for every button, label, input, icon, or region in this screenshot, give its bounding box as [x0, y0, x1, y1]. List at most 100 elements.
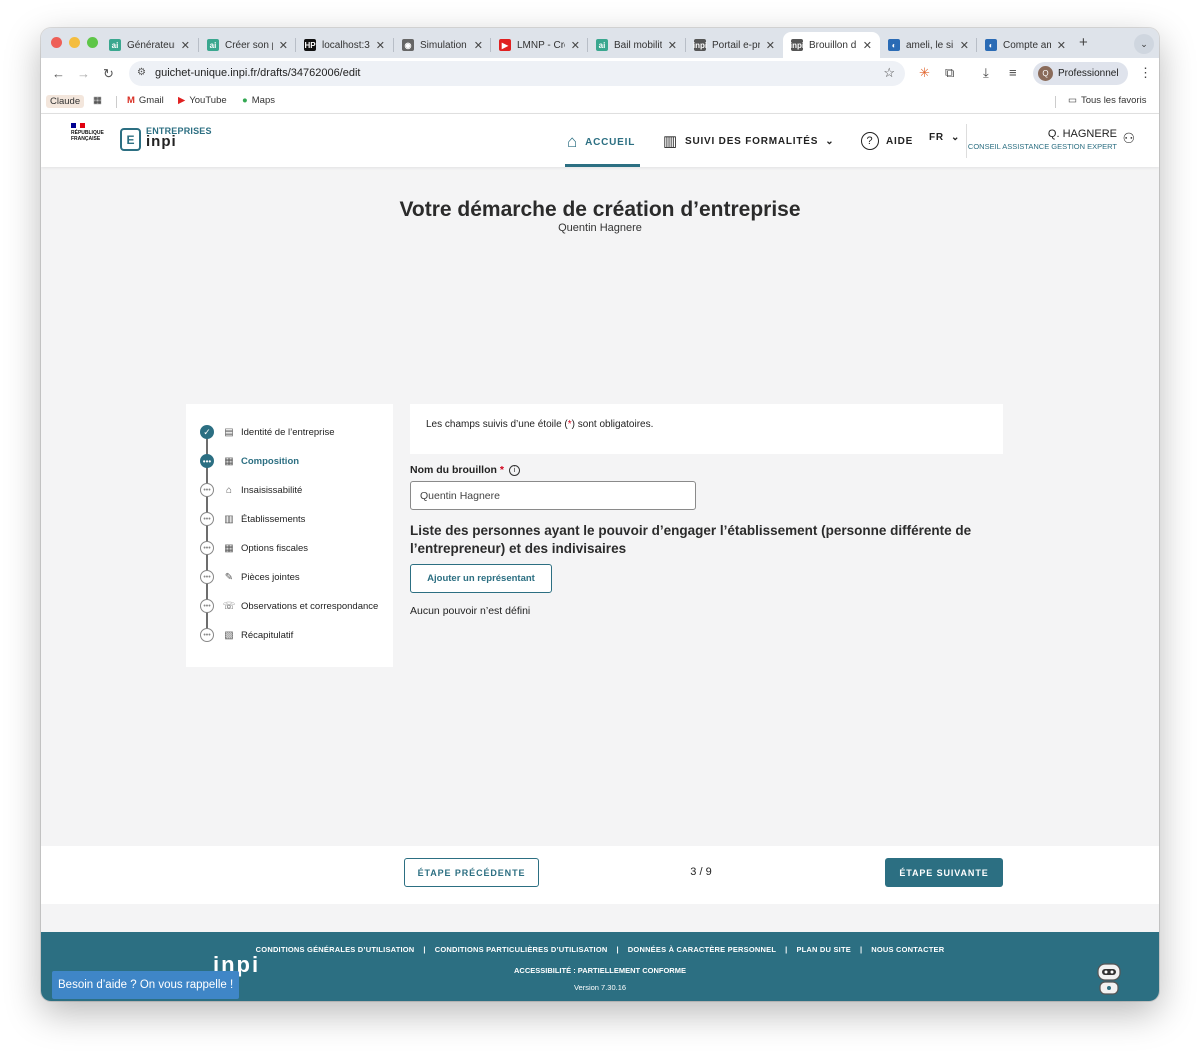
add-representative-button[interactable]: Ajouter un représentant — [410, 564, 552, 593]
bookmark-label: Gmail — [138, 95, 164, 106]
inpi-logo[interactable]: ENTREPRISES inpi — [146, 126, 212, 149]
footer-link[interactable]: CONDITIONS GÉNÉRALES D’UTILISATION — [256, 945, 415, 954]
step-item[interactable]: ••• ⌂ Insaisissabilité — [200, 482, 302, 498]
draft-name-input[interactable] — [410, 481, 696, 510]
republique-francaise-logo[interactable]: RÉPUBLIQUE FRANÇAISE — [71, 123, 113, 142]
site-settings-icon[interactable]: ⚙ — [137, 67, 146, 78]
step-item[interactable]: ••• ▦ Composition — [200, 453, 299, 469]
browser-tab[interactable]: ai Bail mobilit ✕ — [588, 32, 685, 58]
footer-link[interactable]: NOUS CONTACTER — [871, 945, 944, 954]
apps-grid-icon[interactable]: ▦ — [93, 95, 102, 106]
step-icon: ▥ — [224, 513, 234, 525]
steps-sidebar: ✓ ▤ Identité de l’entreprise ••• ▦ Compositio… — [186, 404, 393, 667]
tab-close-icon[interactable]: ✕ — [863, 39, 872, 52]
download-icon[interactable]: ⤓ — [983, 65, 989, 81]
step-item[interactable]: ••• ▧ Récapitulatif — [200, 627, 293, 643]
user-account[interactable]: Q. HAGNERE CONSEIL ASSISTANCE GESTION EX… — [968, 128, 1117, 151]
reload-icon[interactable]: ↻ — [103, 66, 114, 82]
tab-favicon-icon: ◐ — [888, 39, 900, 51]
french-flag-icon — [71, 123, 86, 128]
tab-close-icon[interactable]: ✕ — [571, 39, 580, 52]
browser-tab[interactable]: inpi Brouillon d ✕ — [783, 32, 880, 58]
nav-aide[interactable]: ? AIDE — [861, 132, 913, 150]
claude-extension-icon[interactable]: ✳ — [919, 65, 930, 81]
browser-tab[interactable]: ai Créer son p ✕ — [199, 32, 296, 58]
language-select[interactable]: FR ⌄ — [929, 132, 960, 143]
user-icon[interactable]: ⚇ — [1122, 130, 1135, 147]
tab-favicon-icon: HP — [304, 39, 316, 51]
tab-close-icon[interactable]: ✕ — [181, 39, 190, 52]
nav-accueil[interactable]: ⌂ ACCUEIL — [567, 132, 635, 152]
step-item[interactable]: ✓ ▤ Identité de l’entreprise — [200, 424, 334, 440]
tab-close-icon[interactable]: ✕ — [474, 39, 483, 52]
previous-step-button[interactable]: ÉTAPE PRÉCÉDENTE — [404, 858, 539, 887]
profile-label: Professionnel — [1058, 68, 1119, 79]
tab-close-icon[interactable]: ✕ — [668, 39, 677, 52]
window-controls — [51, 37, 98, 48]
tab-title: Simulation — [420, 39, 467, 51]
profile-button[interactable]: Q Professionnel — [1033, 62, 1128, 85]
tab-close-icon[interactable]: ✕ — [1057, 39, 1066, 52]
browser-menu-icon[interactable]: ⋮ — [1139, 65, 1152, 81]
callback-help-button[interactable]: Besoin d’aide ? On vous rappelle ! — [52, 971, 240, 999]
tab-search-icon[interactable]: ⌄ — [1134, 34, 1154, 54]
browser-tab[interactable]: HP localhost:3 ✕ — [296, 32, 393, 58]
browser-tab[interactable]: ◐ Compte am ✕ — [977, 32, 1074, 58]
step-icon: ▦ — [224, 542, 234, 554]
tab-title: Générateur — [127, 39, 175, 51]
step-item[interactable]: ••• ▥ Établissements — [200, 511, 305, 527]
browser-tab[interactable]: ◉ Simulation ✕ — [394, 32, 491, 58]
close-window-button[interactable] — [51, 37, 62, 48]
step-item[interactable]: ••• ✎ Pièces jointes — [200, 569, 300, 585]
step-label: Options fiscales — [241, 542, 309, 554]
bookmark-label: Claude — [50, 96, 81, 107]
bookmark-maps[interactable]: ● Maps — [242, 95, 275, 106]
footer-link[interactable]: DONNÉES À CARACTÈRE PERSONNEL — [628, 945, 776, 954]
tab-close-icon[interactable]: ✕ — [766, 39, 775, 52]
home-icon: ⌂ — [567, 132, 579, 151]
footer-link[interactable]: CONDITIONS PARTICULIÈRES D’UTILISATION — [435, 945, 608, 954]
step-label: Identité de l’entreprise — [241, 426, 335, 438]
tab-divider — [295, 38, 296, 52]
nav-suivi-formalites[interactable]: ▥ SUIVI DES FORMALITÉS ⌄ — [663, 132, 834, 150]
inpi-e-logo-icon[interactable]: E — [120, 128, 141, 151]
back-arrow-icon[interactable]: ← — [52, 66, 65, 81]
tab-divider — [685, 38, 686, 52]
all-bookmarks[interactable]: ▭ Tous les favoris — [1068, 95, 1146, 106]
extensions-puzzle-icon[interactable]: ⧉ — [945, 65, 954, 81]
browser-tab[interactable]: inpi Portail e-pr ✕ — [686, 32, 783, 58]
tab-close-icon[interactable]: ✕ — [376, 39, 385, 52]
step-icon: ▧ — [224, 629, 234, 641]
footer-link[interactable]: PLAN DU SITE — [796, 945, 851, 954]
tab-favicon-icon: ai — [596, 39, 608, 51]
tab-close-icon[interactable]: ✕ — [279, 39, 288, 52]
tab-title: Compte am — [1003, 39, 1051, 51]
step-item[interactable]: ••• ▦ Options fiscales — [200, 540, 308, 556]
tab-close-icon[interactable]: ✕ — [960, 39, 969, 52]
header-divider — [966, 124, 967, 158]
new-tab-icon[interactable]: + — [1079, 34, 1088, 51]
step-icon: ▦ — [224, 455, 234, 467]
browser-tab[interactable]: ◐ ameli, le si ✕ — [880, 32, 977, 58]
url-text[interactable]: guichet-unique.inpi.fr/drafts/34762006/e… — [155, 67, 360, 79]
zoom-window-button[interactable] — [87, 37, 98, 48]
bookmark-claude[interactable]: Claude — [46, 95, 85, 108]
bookmark-label: Tous les favoris — [1080, 95, 1147, 106]
next-step-button[interactable]: ÉTAPE SUIVANTE — [885, 858, 1003, 887]
address-bar[interactable]: ⚙ guichet-unique.inpi.fr/drafts/34762006… — [129, 61, 905, 86]
step-item[interactable]: ••• ☏ Observations et correspondance — [200, 598, 378, 614]
language-label: FR — [929, 132, 944, 143]
reading-list-icon[interactable]: ≡ — [1009, 65, 1017, 80]
browser-toolbar: ← → ↻ ⚙ guichet-unique.inpi.fr/drafts/34… — [41, 58, 1159, 90]
forward-arrow-icon[interactable]: → — [77, 66, 90, 81]
bookmark-gmail[interactable]: M Gmail — [127, 95, 164, 106]
bookmark-youtube[interactable]: ▶ YouTube — [178, 95, 227, 106]
browser-tab[interactable]: ▶ LMNP - Cré ✕ — [491, 32, 588, 58]
browser-tab[interactable]: ai Générateur ✕ — [101, 32, 198, 58]
tab-favicon-icon: ◉ — [402, 39, 414, 51]
minimize-window-button[interactable] — [69, 37, 80, 48]
step-label: Établissements — [241, 513, 306, 525]
chatbot-robot-icon[interactable] — [1093, 962, 1125, 998]
bookmark-star-icon[interactable]: ☆ — [883, 65, 895, 81]
info-icon[interactable]: i — [509, 464, 520, 476]
